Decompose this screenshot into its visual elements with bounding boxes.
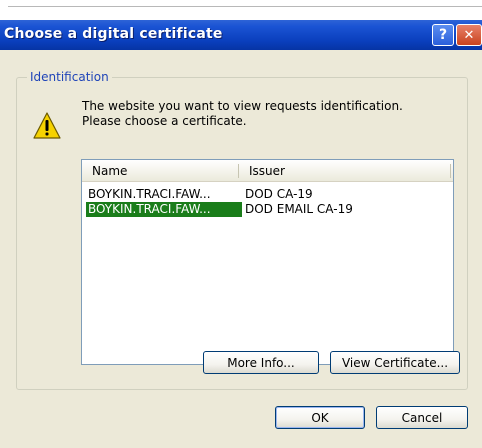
dialog-title: Choose a digital certificate: [4, 26, 223, 42]
message-line-2: Please choose a certificate.: [82, 114, 247, 128]
identification-group: Identification The website you want to v…: [16, 70, 468, 390]
close-icon: ✕: [463, 27, 475, 43]
identification-message: The website you want to view requests id…: [82, 99, 452, 129]
help-icon: ?: [438, 27, 448, 43]
certificate-row[interactable]: BOYKIN.TRACI.FAW... DOD CA-19: [82, 187, 453, 202]
list-header: Name Issuer: [82, 160, 453, 182]
page-top-rule: [8, 6, 482, 7]
column-divider[interactable]: [450, 164, 451, 178]
certificate-name: BOYKIN.TRACI.FAW...: [88, 187, 211, 201]
certificate-row-selected[interactable]: BOYKIN.TRACI.FAW... DOD EMAIL CA-19: [82, 202, 453, 217]
group-label: Identification: [27, 70, 112, 84]
message-line-1: The website you want to view requests id…: [82, 99, 403, 113]
column-header-issuer[interactable]: Issuer: [249, 164, 285, 178]
ok-button[interactable]: OK: [275, 406, 365, 429]
view-certificate-button[interactable]: View Certificate...: [330, 351, 460, 374]
column-divider[interactable]: [238, 164, 239, 178]
certificate-list[interactable]: Name Issuer BOYKIN.TRACI.FAW... DOD CA-1…: [81, 159, 454, 365]
certificate-issuer: DOD CA-19: [245, 187, 313, 201]
title-bar[interactable]: Choose a digital certificate ? ✕: [0, 20, 482, 50]
help-button[interactable]: ?: [432, 24, 454, 46]
column-header-name[interactable]: Name: [92, 164, 127, 178]
more-info-button[interactable]: More Info...: [203, 351, 319, 374]
certificate-dialog: Choose a digital certificate ? ✕ Identif…: [0, 20, 482, 448]
certificate-name: BOYKIN.TRACI.FAW...: [86, 202, 242, 217]
warning-icon: [33, 112, 61, 139]
certificate-issuer: DOD EMAIL CA-19: [245, 202, 353, 216]
close-button[interactable]: ✕: [456, 24, 482, 46]
cancel-button[interactable]: Cancel: [376, 406, 468, 429]
